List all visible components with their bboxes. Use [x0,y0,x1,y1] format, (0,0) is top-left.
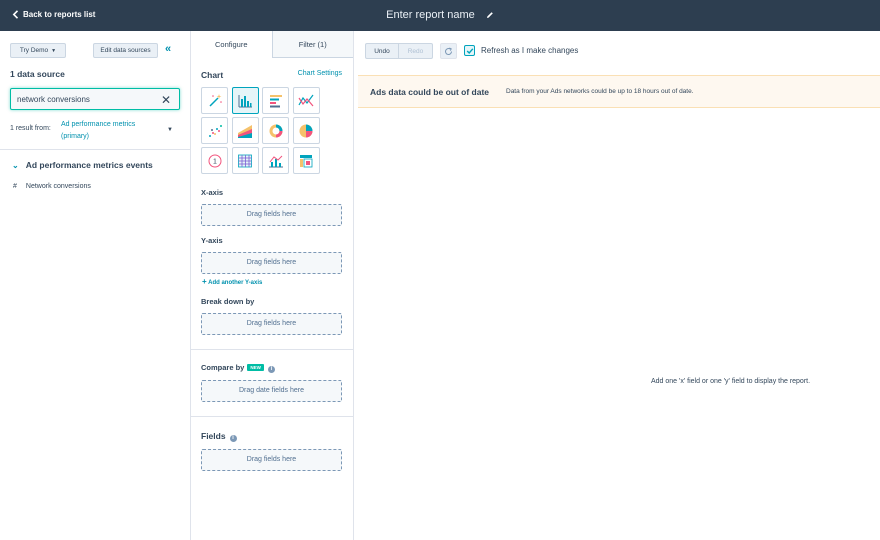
add-y-axis-label: Add another Y-axis [208,280,263,286]
y-axis-label: Y-axis [201,236,223,245]
undo-button[interactable]: Undo [365,43,399,59]
field-group-header[interactable]: ⌄ Ad performance metrics events [12,160,153,170]
divider [0,149,190,150]
chart-type-area[interactable] [231,117,259,144]
caret-down-icon: ▼ [51,47,57,54]
svg-text:1: 1 [213,158,217,165]
compare-by-label: Compare by NEW i [201,363,275,373]
alert-message: Data from your Ads networks could be up … [506,88,694,95]
y-axis-dropzone[interactable]: Drag fields here [201,252,342,274]
search-value[interactable]: network conversions [17,95,90,104]
data-source-sidebar: Try Demo ▼ Edit data sources « 1 data so… [0,31,191,540]
break-down-dropzone[interactable]: Drag fields here [201,313,342,335]
pencil-icon[interactable] [486,10,494,22]
try-demo-label: Try Demo [19,47,49,54]
clear-search-icon[interactable]: ✕ [161,93,171,107]
field-label: Network conversions [25,183,91,190]
result-source-link[interactable]: Ad performance metrics (primary) [61,119,161,143]
divider [191,416,353,417]
top-bar: Back to reports list Enter report name [0,0,880,31]
chart-type-column[interactable] [231,87,259,114]
collapse-sidebar-icon[interactable]: « [165,43,171,55]
plus-icon: + [202,277,207,286]
pivot-table-icon [300,154,313,167]
checkmark-icon [466,47,473,54]
refresh-button[interactable] [440,43,457,59]
bar-chart-icon [269,94,282,107]
refresh-label[interactable]: Refresh as I make changes [481,46,578,55]
chart-type-donut[interactable] [262,117,289,144]
column-chart-icon [238,94,252,107]
x-axis-dropzone[interactable]: Drag fields here [201,204,342,226]
chart-type-magic[interactable] [201,87,228,114]
chart-type-table[interactable] [231,147,259,174]
try-demo-button[interactable]: Try Demo ▼ [10,43,66,58]
info-icon[interactable]: i [267,366,275,373]
chart-section-label: Chart [201,70,224,80]
config-panel: Configure Filter (1) Chart Chart Setting… [191,31,354,540]
summary-icon: 1 [208,154,221,167]
fields-text: Fields [201,431,226,441]
table-icon [238,154,252,167]
chart-type-pivot[interactable] [292,147,320,174]
combo-chart-icon [268,155,283,167]
fields-dropzone[interactable]: Drag fields here [201,449,342,471]
chart-settings-link[interactable]: Chart Settings [298,70,342,77]
ads-data-alert: Ads data could be out of date Data from … [358,75,880,108]
chart-type-pie[interactable] [292,117,320,144]
caret-down-icon[interactable]: ▼ [167,127,173,133]
scatter-chart-icon [208,124,222,137]
x-axis-label: X-axis [201,188,224,197]
chart-type-scatter[interactable] [201,117,228,144]
tab-configure[interactable]: Configure [191,31,272,58]
compare-by-dropzone[interactable]: Drag date fields here [201,380,342,402]
new-badge: NEW [247,364,264,371]
field-group-label: Ad performance metrics events [25,160,153,170]
refresh-checkbox[interactable] [464,45,475,56]
edit-data-sources-label: Edit data sources [100,47,151,54]
compare-by-text: Compare by [201,363,245,372]
edit-data-sources-button[interactable]: Edit data sources [93,43,158,58]
break-down-label: Break down by [201,297,255,306]
redo-button[interactable]: Redo [399,43,433,59]
data-source-count: 1 data source [10,69,65,79]
field-search-input[interactable]: network conversions ✕ [10,88,180,110]
number-type-icon: # [13,183,17,190]
donut-chart-icon [269,124,282,137]
empty-report-message: Add one 'x' field or one 'y' field to di… [651,378,811,385]
wand-icon [208,93,222,107]
result-count: 1 result from: [10,125,51,132]
chart-type-grid: 1 [201,87,320,174]
tab-filter[interactable]: Filter (1) [271,31,353,58]
chart-type-combo[interactable] [262,147,289,174]
config-tabs: Configure Filter (1) [191,31,353,58]
refresh-icon [445,46,452,55]
divider [191,349,353,350]
pie-chart-icon [299,124,313,137]
fields-label: Fields i [201,431,237,442]
field-item[interactable]: # Network conversions [13,183,91,190]
add-y-axis-link[interactable]: + Add another Y-axis [202,277,262,286]
area-chart-icon [238,124,252,138]
report-name-text[interactable]: Enter report name [386,9,475,21]
chart-type-line[interactable] [292,87,320,114]
info-icon[interactable]: i [229,435,237,442]
chevron-down-icon: ⌄ [12,160,19,170]
report-name-editor[interactable]: Enter report name [0,9,880,22]
alert-title: Ads data could be out of date [370,87,490,97]
chart-type-bar[interactable] [262,87,289,114]
line-chart-icon [298,94,314,106]
report-preview: Undo Redo Refresh as I make changes Ads … [355,31,880,540]
chart-type-summary[interactable]: 1 [201,147,228,174]
